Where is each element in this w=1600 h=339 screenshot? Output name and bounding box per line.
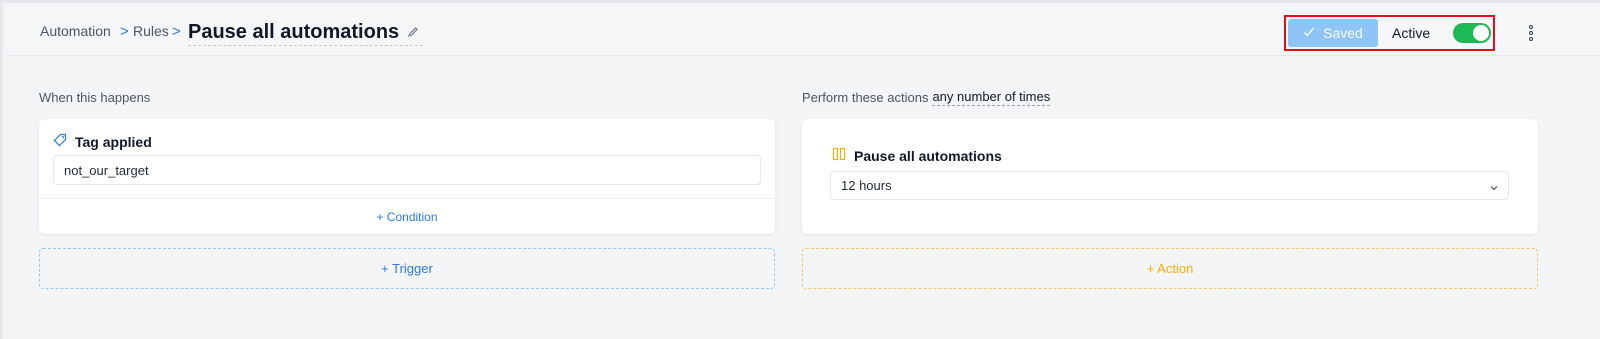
chevron-down-icon bbox=[1490, 180, 1498, 191]
app-frame: Automation > Rules > Pause all automatio… bbox=[0, 0, 1600, 339]
pause-icon bbox=[832, 147, 846, 164]
action-section-prefix: Perform these actions bbox=[802, 89, 929, 105]
breadcrumb-separator: > bbox=[172, 22, 181, 40]
breadcrumb-separator: > bbox=[120, 22, 129, 40]
trigger-card: Tag applied not_our_target + Condition bbox=[39, 119, 775, 234]
page-header: Automation > Rules > Pause all automatio… bbox=[6, 6, 1600, 56]
add-trigger-button[interactable]: + Trigger bbox=[39, 248, 775, 289]
times-link[interactable]: any number of times bbox=[932, 89, 1051, 106]
save-status-group: Saved Active bbox=[1284, 15, 1495, 51]
duration-value: 12 hours bbox=[841, 178, 892, 193]
action-card-title: Pause all automations bbox=[854, 147, 1002, 164]
action-card-header: Pause all automations bbox=[832, 147, 1002, 164]
pencil-edit-icon[interactable] bbox=[407, 25, 419, 41]
active-label: Active bbox=[1392, 25, 1431, 41]
action-section-label: Perform these actions any number of time… bbox=[802, 88, 1051, 106]
add-action-button[interactable]: + Action bbox=[802, 248, 1538, 289]
toggle-knob bbox=[1473, 25, 1489, 41]
more-options-icon[interactable] bbox=[1525, 22, 1537, 44]
trigger-card-header: Tag applied bbox=[53, 133, 152, 150]
breadcrumb-automation[interactable]: Automation bbox=[40, 6, 111, 56]
saved-label: Saved bbox=[1323, 25, 1363, 41]
duration-select[interactable]: 12 hours bbox=[830, 171, 1509, 200]
tag-input[interactable]: not_our_target bbox=[53, 155, 761, 185]
tag-icon bbox=[53, 133, 67, 150]
add-condition-button[interactable]: + Condition bbox=[39, 199, 775, 234]
saved-button[interactable]: Saved bbox=[1288, 19, 1378, 47]
check-icon bbox=[1303, 25, 1315, 41]
active-toggle[interactable] bbox=[1453, 23, 1491, 43]
breadcrumb-rules[interactable]: Rules bbox=[133, 6, 169, 56]
action-card: Pause all automations 12 hours bbox=[802, 119, 1538, 234]
trigger-section-label: When this happens bbox=[39, 89, 151, 105]
trigger-card-title: Tag applied bbox=[75, 133, 152, 150]
page-title[interactable]: Pause all automations bbox=[188, 20, 424, 46]
page-title-text: Pause all automations bbox=[188, 21, 400, 43]
